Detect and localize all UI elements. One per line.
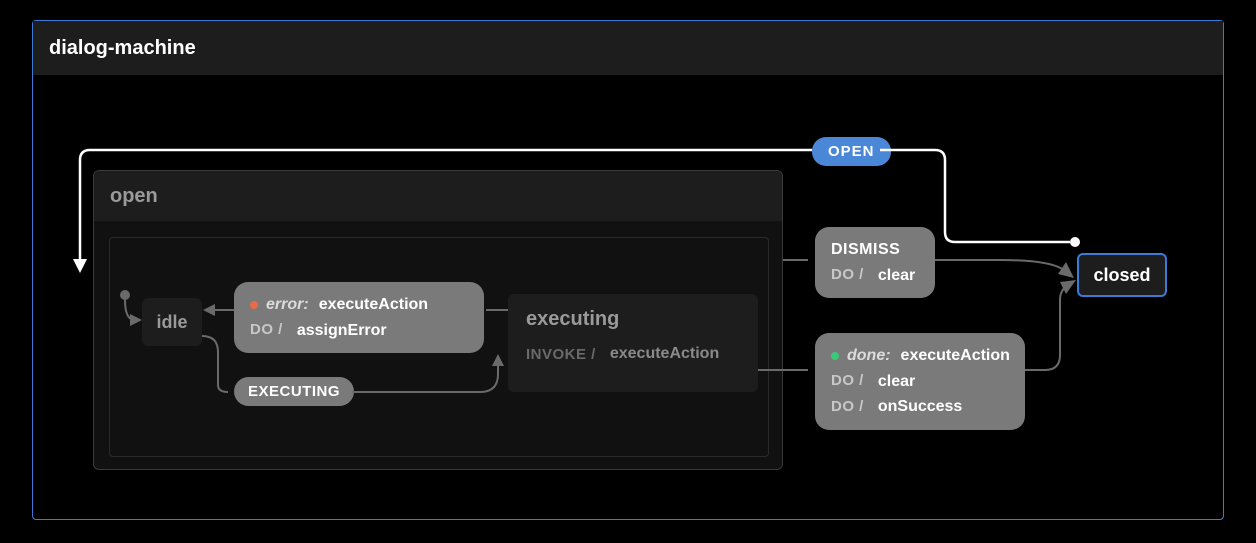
error-dot-icon [250, 301, 258, 309]
state-open-label: open [110, 185, 158, 208]
state-executing-label: executing [526, 308, 740, 331]
state-executing[interactable]: executing INVOKE / executeAction [508, 294, 758, 392]
state-closed[interactable]: closed [1077, 253, 1167, 297]
state-executing-invoke: INVOKE / executeAction [526, 345, 740, 363]
state-closed-label: closed [1093, 265, 1150, 286]
transition-open-label: OPEN [828, 143, 875, 160]
transition-error[interactable]: error: executeAction DO / assignError [234, 282, 484, 353]
transition-dismiss[interactable]: DISMISS DO / clear [815, 227, 935, 298]
transition-executing-event[interactable]: EXECUTING [234, 377, 354, 406]
state-open-header: open [94, 171, 782, 221]
transition-open-event[interactable]: OPEN [812, 137, 891, 166]
invoke-keyword: INVOKE / [526, 346, 596, 363]
do-keyword: DO / [250, 318, 283, 342]
transition-error-event-kind: error: [266, 292, 309, 318]
transition-dismiss-label: DISMISS [831, 237, 900, 263]
state-machine-canvas[interactable]: dialog-machine open idle executing INVOK… [0, 0, 1256, 543]
transition-executing-label: EXECUTING [248, 383, 340, 400]
transition-done-action-2: onSuccess [878, 394, 962, 420]
machine-title: dialog-machine [49, 37, 196, 60]
do-keyword: DO / [831, 395, 864, 419]
transition-done[interactable]: done: executeAction DO / clear DO / onSu… [815, 333, 1025, 430]
transition-error-action: assignError [297, 318, 387, 344]
transition-error-event-name: executeAction [319, 292, 428, 318]
do-keyword: DO / [831, 369, 864, 393]
transition-dismiss-action: clear [878, 263, 915, 289]
transition-done-action-1: clear [878, 369, 915, 395]
state-idle[interactable]: idle [142, 298, 202, 346]
do-keyword: DO / [831, 263, 864, 287]
machine-header: dialog-machine [33, 21, 1223, 75]
transition-done-event-kind: done: [847, 343, 891, 369]
transition-done-event-name: executeAction [901, 343, 1010, 369]
done-dot-icon [831, 352, 839, 360]
invoke-service-name: executeAction [610, 345, 719, 363]
state-idle-label: idle [156, 312, 187, 333]
